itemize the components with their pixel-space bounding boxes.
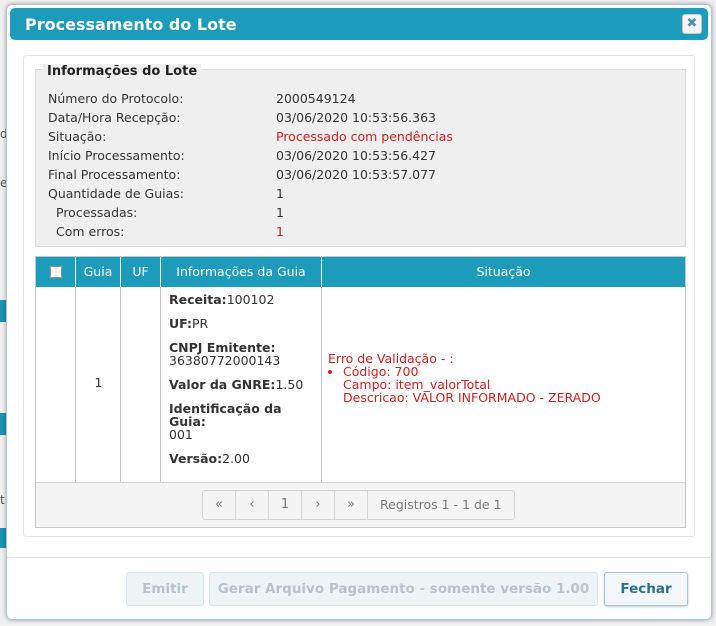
records-info: Registros 1 - 1 de 1 [380,497,502,512]
select-all-cell [36,257,76,287]
select-all-checkbox[interactable] [49,265,62,278]
dialog-content: Informações do Lote Número do Protocolo:… [23,55,695,537]
info-value: 1 [276,186,284,201]
dialog-footer: Emitir Gerar Arquivo Pagamento - somente… [7,557,711,619]
pagination: « ‹ 1 › » Registros 1 - 1 de 1 [202,490,515,520]
situacao-cell: Erro de Validação - : Código: 700 Campo:… [328,352,678,404]
valor-label: Valor da GNRE: [169,377,276,392]
cnpj-field: CNPJ Emitente: 36380772000143 [169,341,319,367]
table-row[interactable]: 1 Receita:100102 UF:PR CNPJ Emitente: 363… [36,287,685,482]
pager-bar: « ‹ 1 › » Registros 1 - 1 de 1 [36,482,685,527]
erro-descricao: Descricao: VALOR INFORMADO - ZERADO [343,390,601,405]
uf-label: UF: [169,316,193,331]
valor-field: Valor da GNRE:1.50 [169,378,319,391]
lote-info-legend: Informações do Lote [43,64,202,79]
uf-field: UF:PR [169,317,319,330]
versao-value: 2.00 [222,451,250,466]
versao-field: Versão:2.00 [169,452,319,465]
gerar-arquivo-button[interactable]: Gerar Arquivo Pagamento - somente versão… [209,572,598,606]
uf-value: PR [192,316,209,331]
info-value: 03/06/2020 10:53:56.427 [276,148,436,163]
info-label: Processadas: [56,205,138,220]
fechar-button[interactable]: Fechar [604,572,688,606]
identificacao-value: 001 [169,427,193,442]
lote-info-fieldset: Informações do Lote Número do Protocolo:… [35,64,686,247]
guia-info-cell: Receita:100102 UF:PR CNPJ Emitente: 36380… [169,293,319,476]
column-header-situacao[interactable]: Situação [322,257,685,287]
receita-value: 100102 [226,292,275,307]
column-divider [321,287,322,482]
info-value: 03/06/2020 10:53:57.077 [276,167,436,182]
close-icon: ✖ [686,16,698,31]
current-page[interactable]: 1 [269,491,302,519]
versao-label: Versão: [169,451,223,466]
dialog-title: Processamento do Lote [25,15,237,34]
close-button[interactable]: ✖ [682,14,702,34]
guia-number: 1 [94,375,103,390]
processing-dialog: Processamento do Lote ✖ Informações do L… [6,4,712,620]
situacao-value: Processado com pendências [276,129,453,144]
dialog-titlebar[interactable]: Processamento do Lote ✖ [10,8,708,40]
info-label: Número do Protocolo: [48,91,184,106]
info-label: Data/Hora Recepção: [48,110,181,125]
info-value: 2000549124 [276,91,356,106]
cnpj-value: 36380772000143 [169,353,281,368]
receita-field: Receita:100102 [169,293,319,306]
info-value: 1 [276,205,284,220]
info-value: 03/06/2020 10:53:56.363 [276,110,436,125]
column-header-informacoes[interactable]: Informações da Guia [161,257,322,287]
identificacao-field: Identificação da Guia: 001 [169,402,319,441]
info-label: Início Processamento: [48,148,185,163]
info-label: Com erros: [56,224,125,239]
prev-page-button[interactable]: ‹ [236,491,269,519]
emitir-button[interactable]: Emitir [126,572,204,606]
column-header-guia[interactable]: Guia [76,257,121,287]
background-text: t [0,493,5,507]
table-header: Guia UF Informações da Guia Situação [36,257,685,287]
info-label: Final Processamento: [48,167,181,182]
info-label: Quantidade de Guias: [48,186,184,201]
receita-label: Receita: [169,292,227,307]
next-page-button[interactable]: › [302,491,335,519]
valor-value: 1.50 [275,377,304,392]
info-label: Situação: [48,129,107,144]
first-page-button[interactable]: « [203,491,236,519]
guias-table: Guia UF Informações da Guia Situação 1 R… [35,256,686,528]
erros-value: 1 [276,224,284,239]
column-header-uf[interactable]: UF [121,257,161,287]
last-page-button[interactable]: » [335,491,368,519]
identificacao-label: Identificação da Guia: [169,401,282,429]
column-divider [160,287,161,482]
